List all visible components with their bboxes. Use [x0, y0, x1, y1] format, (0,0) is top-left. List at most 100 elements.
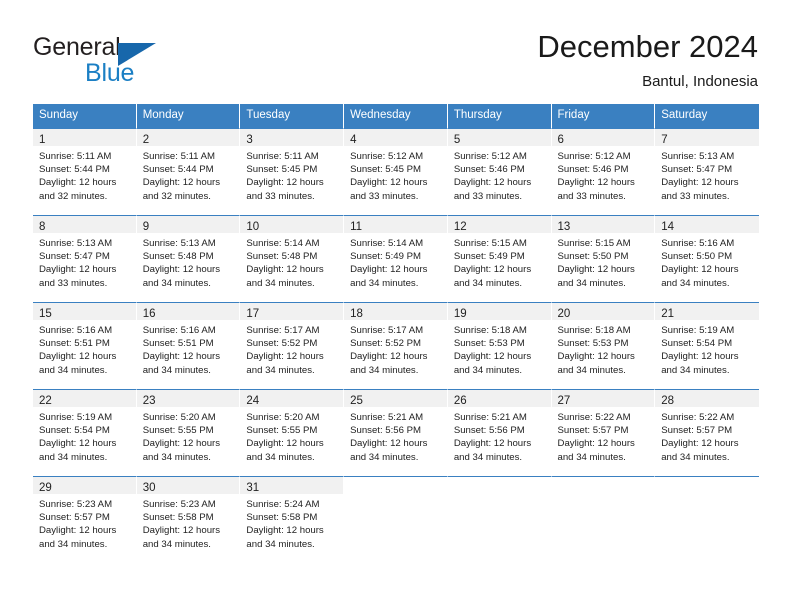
day-cell[interactable]: 12 Sunrise: 5:15 AM Sunset: 5:49 PM Dayl…: [447, 215, 552, 302]
sunrise-text: Sunrise: 5:17 AM: [350, 325, 424, 336]
daylight-text-line2: and 34 minutes.: [246, 451, 315, 463]
day-number: 8: [39, 221, 46, 233]
day-cell[interactable]: 3 Sunrise: 5:11 AM Sunset: 5:45 PM Dayli…: [240, 128, 345, 215]
daylight-text-line2: and 34 minutes.: [661, 364, 730, 376]
sunrise-text: Sunrise: 5:16 AM: [39, 325, 113, 336]
day-info: Sunrise: 5:15 AM Sunset: 5:50 PM Dayligh…: [552, 233, 655, 290]
day-info: Sunrise: 5:18 AM Sunset: 5:53 PM Dayligh…: [448, 320, 551, 377]
sunset-text: Sunset: 5:44 PM: [39, 164, 110, 176]
sunrise-text: Sunrise: 5:16 AM: [661, 238, 735, 249]
day-cell[interactable]: 27 Sunrise: 5:22 AM Sunset: 5:57 PM Dayl…: [551, 389, 656, 476]
daylight-text-line2: and 34 minutes.: [350, 451, 419, 463]
daylight-text-line2: and 33 minutes.: [246, 190, 315, 202]
calendar-grid: Sunday Monday Tuesday Wednesday Thursday…: [33, 104, 759, 563]
day-cell[interactable]: 24 Sunrise: 5:20 AM Sunset: 5:55 PM Dayl…: [240, 389, 345, 476]
daylight-text-line2: and 33 minutes.: [350, 190, 419, 202]
sunset-text: Sunset: 5:56 PM: [350, 425, 422, 437]
day-cell[interactable]: 5 Sunrise: 5:12 AM Sunset: 5:46 PM Dayli…: [447, 128, 552, 215]
sunset-text: Sunset: 5:53 PM: [557, 338, 629, 350]
day-cell[interactable]: 21 Sunrise: 5:19 AM Sunset: 5:54 PM Dayl…: [655, 302, 759, 389]
daylight-text-line1: Daylight: 12 hours: [142, 177, 221, 189]
day-cell[interactable]: 7 Sunrise: 5:13 AM Sunset: 5:47 PM Dayli…: [655, 128, 759, 215]
day-cell[interactable]: 6 Sunrise: 5:12 AM Sunset: 5:46 PM Dayli…: [551, 128, 656, 215]
daylight-text-line1: Daylight: 12 hours: [557, 177, 635, 189]
day-info: Sunrise: 5:18 AM Sunset: 5:53 PM Dayligh…: [552, 320, 655, 377]
day-info: Sunrise: 5:21 AM Sunset: 5:56 PM Dayligh…: [448, 407, 551, 464]
daylight-text-line2: and 32 minutes.: [142, 190, 211, 202]
daylight-text-line2: and 34 minutes.: [142, 538, 211, 550]
day-cell[interactable]: 15 Sunrise: 5:16 AM Sunset: 5:51 PM Dayl…: [33, 302, 137, 389]
day-number-band: 13: [551, 216, 655, 233]
day-cell[interactable]: 25 Sunrise: 5:21 AM Sunset: 5:56 PM Dayl…: [344, 389, 448, 476]
day-number-band: 20: [551, 303, 655, 320]
day-number-band: 1: [33, 129, 136, 146]
daylight-text-line1: Daylight: 12 hours: [350, 438, 428, 450]
day-number-band: 3: [240, 129, 344, 146]
sunset-text: Sunset: 5:52 PM: [246, 338, 318, 350]
day-cell[interactable]: 8 Sunrise: 5:13 AM Sunset: 5:47 PM Dayli…: [33, 215, 137, 302]
week-row: 29 Sunrise: 5:23 AM Sunset: 5:57 PM Dayl…: [33, 476, 759, 563]
day-cell[interactable]: 20 Sunrise: 5:18 AM Sunset: 5:53 PM Dayl…: [551, 302, 656, 389]
day-number: 24: [246, 395, 260, 407]
day-number-band: 11: [344, 216, 447, 233]
day-cell[interactable]: 4 Sunrise: 5:12 AM Sunset: 5:45 PM Dayli…: [344, 128, 448, 215]
day-cell[interactable]: 11 Sunrise: 5:14 AM Sunset: 5:49 PM Dayl…: [344, 215, 448, 302]
day-cell[interactable]: 9 Sunrise: 5:13 AM Sunset: 5:48 PM Dayli…: [136, 215, 241, 302]
day-info: Sunrise: 5:17 AM Sunset: 5:52 PM Dayligh…: [240, 320, 343, 377]
daylight-text-line1: Daylight: 12 hours: [350, 264, 428, 276]
sunset-text: Sunset: 5:46 PM: [453, 164, 525, 176]
daylight-text-line1: Daylight: 12 hours: [142, 351, 221, 363]
day-number: 12: [453, 221, 467, 233]
day-cell[interactable]: 17 Sunrise: 5:17 AM Sunset: 5:52 PM Dayl…: [240, 302, 345, 389]
sunset-text: Sunset: 5:57 PM: [557, 425, 629, 437]
daylight-text-line1: Daylight: 12 hours: [350, 177, 428, 189]
day-cell[interactable]: 22 Sunrise: 5:19 AM Sunset: 5:54 PM Dayl…: [33, 389, 137, 476]
daylight-text-line1: Daylight: 12 hours: [246, 264, 324, 276]
day-number-band: 6: [551, 129, 655, 146]
day-info: Sunrise: 5:21 AM Sunset: 5:56 PM Dayligh…: [344, 407, 447, 464]
day-info: Sunrise: 5:12 AM Sunset: 5:46 PM Dayligh…: [552, 146, 655, 203]
sunrise-text: Sunrise: 5:19 AM: [39, 412, 113, 423]
day-cell[interactable]: 18 Sunrise: 5:17 AM Sunset: 5:52 PM Dayl…: [344, 302, 448, 389]
day-info: Sunrise: 5:12 AM Sunset: 5:45 PM Dayligh…: [344, 146, 447, 203]
daylight-text-line1: Daylight: 12 hours: [453, 438, 532, 450]
day-cell[interactable]: 29 Sunrise: 5:23 AM Sunset: 5:57 PM Dayl…: [33, 476, 137, 563]
sunset-text: Sunset: 5:52 PM: [350, 338, 422, 350]
day-number-band: 26: [447, 390, 551, 407]
day-cell[interactable]: 10 Sunrise: 5:14 AM Sunset: 5:48 PM Dayl…: [240, 215, 345, 302]
day-cell[interactable]: 13 Sunrise: 5:15 AM Sunset: 5:50 PM Dayl…: [551, 215, 656, 302]
day-cell[interactable]: 31 Sunrise: 5:24 AM Sunset: 5:58 PM Dayl…: [240, 476, 345, 563]
day-number-band: 22: [33, 390, 136, 407]
general-blue-logo[interactable]: General Blue: [33, 33, 233, 91]
day-number-band: 10: [240, 216, 344, 233]
day-cell[interactable]: 2 Sunrise: 5:11 AM Sunset: 5:44 PM Dayli…: [136, 128, 241, 215]
day-cell[interactable]: 26 Sunrise: 5:21 AM Sunset: 5:56 PM Dayl…: [447, 389, 552, 476]
day-info: Sunrise: 5:20 AM Sunset: 5:55 PM Dayligh…: [240, 407, 343, 464]
day-cell[interactable]: 23 Sunrise: 5:20 AM Sunset: 5:55 PM Dayl…: [136, 389, 241, 476]
day-number: 23: [142, 395, 156, 407]
day-cell[interactable]: 16 Sunrise: 5:16 AM Sunset: 5:51 PM Dayl…: [136, 302, 241, 389]
logo-word-blue: Blue: [85, 59, 135, 87]
sunrise-text: Sunrise: 5:24 AM: [246, 499, 320, 510]
day-info: Sunrise: 5:22 AM Sunset: 5:57 PM Dayligh…: [655, 407, 759, 464]
daylight-text-line2: and 32 minutes.: [39, 190, 108, 202]
sunrise-text: Sunrise: 5:22 AM: [661, 412, 735, 423]
day-number-band: 23: [136, 390, 240, 407]
day-cell[interactable]: 19 Sunrise: 5:18 AM Sunset: 5:53 PM Dayl…: [447, 302, 552, 389]
sunset-text: Sunset: 5:47 PM: [661, 164, 733, 176]
sunset-text: Sunset: 5:47 PM: [39, 251, 110, 263]
day-cell[interactable]: 1 Sunrise: 5:11 AM Sunset: 5:44 PM Dayli…: [33, 128, 137, 215]
daylight-text-line2: and 34 minutes.: [557, 364, 626, 376]
daylight-text-line2: and 33 minutes.: [453, 190, 523, 202]
weekday-header-sunday: Sunday: [33, 104, 137, 128]
day-cell[interactable]: 30 Sunrise: 5:23 AM Sunset: 5:58 PM Dayl…: [136, 476, 241, 563]
sunset-text: Sunset: 5:51 PM: [39, 338, 110, 350]
day-cell[interactable]: 14 Sunrise: 5:16 AM Sunset: 5:50 PM Dayl…: [655, 215, 759, 302]
day-number-band: 29: [33, 477, 136, 494]
day-number: 21: [661, 308, 675, 320]
sunrise-text: Sunrise: 5:17 AM: [246, 325, 320, 336]
sunrise-text: Sunrise: 5:18 AM: [453, 325, 527, 336]
day-cell[interactable]: 28 Sunrise: 5:22 AM Sunset: 5:57 PM Dayl…: [655, 389, 759, 476]
sunrise-text: Sunrise: 5:18 AM: [557, 325, 631, 336]
daylight-text-line2: and 33 minutes.: [39, 277, 108, 289]
